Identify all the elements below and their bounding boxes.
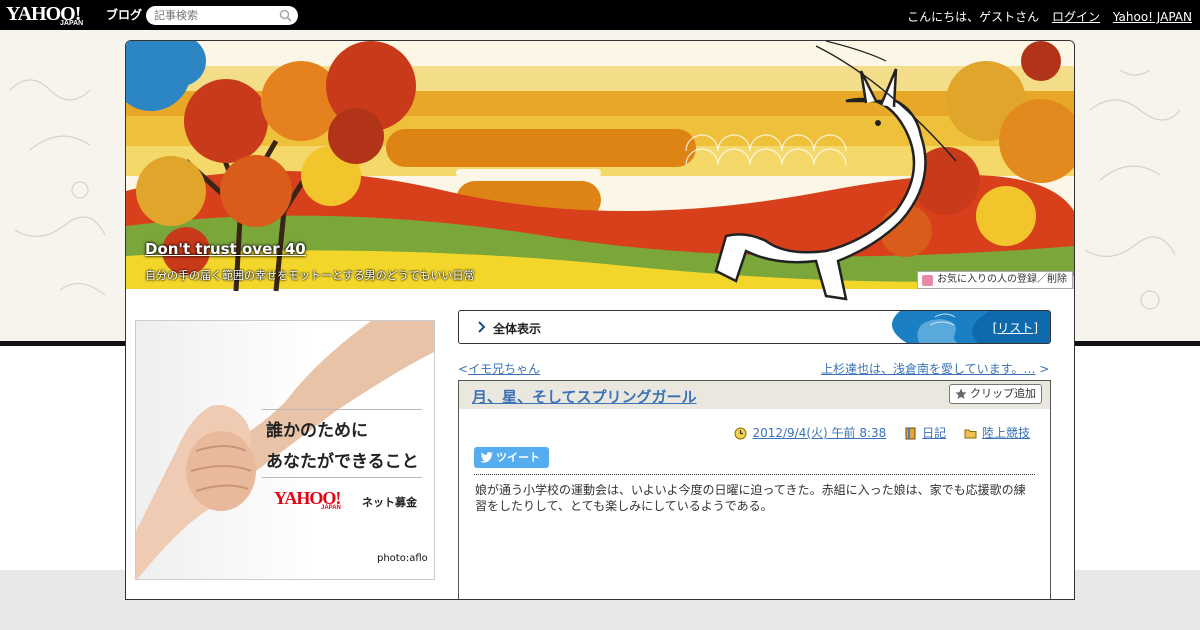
search-box [146,6,298,25]
ad-photo-credit: photo:aflo [377,553,428,564]
article-category-folder: 陸上競技 [964,426,1030,440]
ad-rule-bottom [262,477,422,478]
search-icon[interactable] [279,9,292,22]
header-illustration [126,41,1074,303]
blog-header: Don't trust over 40 自分の手の届く範囲の幸せをモットーとする… [126,41,1074,303]
ad-line2: あなたができること [266,452,419,472]
ad-service-name: ネット募金 [362,496,417,509]
ad-line1: 誰かのために [266,421,368,441]
twitter-bird-icon [480,452,493,463]
list-view-control: [リスト] [993,319,1038,336]
article-title-link[interactable]: 月、星、そしてスプリングガール [472,386,697,407]
prev-arrow: < [458,362,469,376]
list-bracket-close: ] [1033,321,1038,335]
list-view-link[interactable]: リスト [997,321,1033,335]
next-arrow: > [1039,362,1050,376]
article-header: 月、星、そしてスプリングガール クリップ追加 [459,381,1050,409]
charity-ad-banner[interactable]: 誰かのために あなたができること YAHOO! JAPAN ネット募金 phot… [135,320,435,580]
category-folder-link[interactable]: 陸上競技 [982,426,1030,440]
clock-icon [734,427,747,440]
folder-icon [964,429,977,439]
tweet-button[interactable]: ツイート [474,447,549,468]
article-body: 娘が通う小学校の運動会は、いよいよ今度の日曜に迫ってきた。赤組に入った娘は、家で… [475,483,1026,513]
all-view-link[interactable]: 全体表示 [493,320,541,337]
book-icon [905,427,916,440]
blog-title-link[interactable]: Don't trust over 40 [145,240,306,258]
login-link[interactable]: ログイン [1052,10,1100,24]
blog-frame: Don't trust over 40 自分の手の届く範囲の幸せをモットーとする… [125,40,1075,600]
next-article-nav: 上杉達也は、浅倉南を愛しています。… > [821,360,1051,377]
search-input[interactable] [154,8,274,23]
yahoo-japan-link[interactable]: Yahoo! JAPAN [1113,10,1192,24]
star-icon [955,388,967,399]
clip-button-label: クリップ追加 [970,387,1036,400]
prev-article-nav: <イモ兄ちゃん [458,360,540,377]
prev-article-link[interactable]: イモ兄ちゃん [468,362,540,376]
blog-description: 自分の手の届く範囲の幸せをモットーとする男のどうでもいい日常 [145,269,475,282]
article-meta: 2012/9/4(火) 午前 8:38 日記 陸上競技 [720,424,1030,441]
favorite-register-button[interactable]: お気に入りの人の登録／削除 [917,271,1073,289]
logo-sub: JAPAN [60,20,84,27]
top-nav: こんにちは、ゲストさん ログイン Yahoo! JAPAN [898,8,1192,25]
next-article-link[interactable]: 上杉達也は、浅倉南を愛しています。… [821,362,1035,376]
clip-add-button[interactable]: クリップ追加 [949,384,1042,404]
ad-rule-top [262,409,422,410]
logo-service: ブログ [106,8,143,22]
view-toolbar: 全体表示 [リスト] [458,310,1051,344]
article: 月、星、そしてスプリングガール クリップ追加 2012/9/4(火) 午前 8:… [458,380,1051,599]
favorite-button-label: お気に入りの人の登録／削除 [937,274,1067,285]
ad-yahoo-sub: JAPAN [321,505,341,511]
chevron-right-icon [478,321,486,333]
article-divider [474,474,1035,475]
yahoo-blog-logo[interactable]: YAHOO! JAPAN ブログ [6,3,142,27]
greeting-text: こんにちは、ゲストさん [907,10,1040,24]
article-category-diary: 日記 [904,426,950,440]
tweet-button-label: ツイート [496,451,540,464]
top-bar: YAHOO! JAPAN ブログ こんにちは、ゲストさん ログイン Yahoo!… [0,0,1200,30]
category-diary-link[interactable]: 日記 [922,426,946,440]
favorite-heart-icon [922,275,933,286]
article-date: 2012/9/4(火) 午前 8:38 [734,426,890,440]
article-date-link[interactable]: 2012/9/4(火) 午前 8:38 [752,426,886,440]
